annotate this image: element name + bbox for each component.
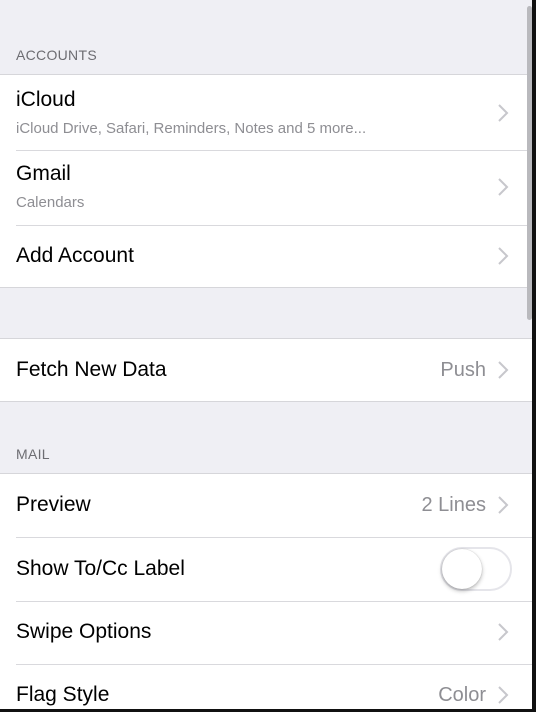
flag-style-row[interactable]: Flag Style Color (0, 664, 532, 712)
account-title: iCloud (16, 88, 76, 111)
preview-row[interactable]: Preview 2 Lines (0, 474, 532, 537)
swipe-options-row[interactable]: Swipe Options (0, 601, 532, 664)
accounts-section-header: ACCOUNTS (16, 47, 97, 63)
account-subtitle: iCloud Drive, Safari, Reminders, Notes a… (16, 120, 367, 137)
chevron-right-icon (498, 247, 509, 265)
swipe-options-label: Swipe Options (16, 620, 152, 643)
device-frame-edge (532, 0, 536, 712)
flag-style-value: Color (438, 684, 486, 706)
fetch-new-data-label: Fetch New Data (16, 358, 167, 381)
mail-section-header: MAIL (16, 446, 50, 462)
add-account-row[interactable]: Add Account (0, 225, 532, 287)
fetch-new-data-value: Push (440, 359, 486, 381)
chevron-right-icon (498, 104, 509, 122)
accounts-group: iCloud iCloud Drive, Safari, Reminders, … (0, 74, 532, 288)
chevron-right-icon (498, 361, 509, 379)
account-row-icloud[interactable]: iCloud iCloud Drive, Safari, Reminders, … (0, 75, 532, 150)
fetch-new-data-row[interactable]: Fetch New Data Push (0, 339, 532, 401)
chevron-right-icon (498, 623, 509, 641)
fetch-group: Fetch New Data Push (0, 338, 532, 402)
show-to-cc-switch[interactable] (440, 547, 512, 591)
show-to-cc-label: Show To/Cc Label (16, 557, 185, 580)
mail-group: Preview 2 Lines Show To/Cc Label Swipe O… (0, 473, 532, 712)
switch-knob (442, 549, 482, 589)
flag-style-label: Flag Style (16, 683, 110, 706)
chevron-right-icon (498, 686, 509, 704)
account-subtitle: Calendars (16, 194, 85, 211)
show-to-cc-row: Show To/Cc Label (0, 537, 532, 601)
chevron-right-icon (498, 496, 509, 514)
add-account-label: Add Account (16, 244, 134, 267)
preview-label: Preview (16, 493, 91, 516)
account-title: Gmail (16, 162, 71, 185)
chevron-right-icon (498, 178, 509, 196)
settings-screen: ACCOUNTS iCloud iCloud Drive, Safari, Re… (0, 0, 536, 712)
preview-value: 2 Lines (421, 494, 487, 516)
account-row-gmail[interactable]: Gmail Calendars (0, 150, 532, 225)
